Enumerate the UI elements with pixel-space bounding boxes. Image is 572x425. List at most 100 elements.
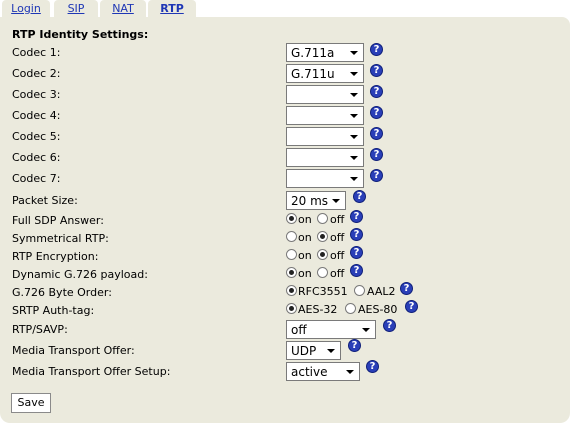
tab-login[interactable]: Login (2, 0, 50, 17)
codec-4-select[interactable] (286, 106, 364, 125)
codec-6-select[interactable] (286, 148, 364, 167)
tab-login-label[interactable]: Login (11, 2, 41, 15)
help-icon[interactable]: ? (366, 360, 379, 373)
help-icon[interactable]: ? (405, 300, 418, 313)
full-sdp-label: Full SDP Answer: (12, 214, 104, 227)
help-icon[interactable]: ? (350, 210, 363, 223)
g726-rfc3551-label: RFC3551 (298, 285, 348, 298)
full-sdp-on-label: on (298, 213, 312, 226)
help-icon[interactable]: ? (370, 169, 383, 182)
rtp-encryption-off-label: off (330, 249, 345, 262)
srtp-aes32-radio[interactable] (286, 303, 297, 314)
symmetrical-rtp-off-label: off (330, 231, 345, 244)
rtp-savp-select[interactable]: off (286, 320, 376, 339)
dynamic-g726-on-radio[interactable] (286, 267, 297, 278)
packet-size-select[interactable]: 20 ms (286, 191, 346, 210)
srtp-auth-tag-row: SRTP Auth-tag: AES-32 AES-80 ? (0, 300, 570, 321)
codec-3-label: Codec 3: (12, 88, 61, 101)
help-icon[interactable]: ? (370, 43, 383, 56)
g726-rfc3551-radio[interactable] (286, 285, 297, 296)
tab-sip[interactable]: SIP (54, 0, 98, 17)
dynamic-g726-label: Dynamic G.726 payload: (12, 268, 148, 281)
help-icon[interactable]: ? (400, 282, 413, 295)
rtp-encryption-label: RTP Encryption: (12, 250, 99, 263)
chevron-down-icon (332, 199, 340, 203)
tab-rtp[interactable]: RTP (148, 0, 196, 17)
chevron-down-icon (350, 72, 358, 76)
full-sdp-off-label: off (330, 213, 345, 226)
chevron-down-icon (346, 370, 354, 374)
rtp-encryption-on-label: on (298, 249, 312, 262)
codec-5-label: Codec 5: (12, 130, 61, 143)
codec-3-select[interactable] (286, 85, 364, 104)
help-icon[interactable]: ? (370, 148, 383, 161)
tab-nat-label[interactable]: NAT (112, 2, 134, 15)
media-transport-offer-setup-value: active (291, 365, 328, 379)
codec-2-select[interactable]: G.711u (286, 64, 364, 83)
dynamic-g726-off-label: off (330, 267, 345, 280)
help-icon[interactable]: ? (383, 319, 396, 332)
chevron-down-icon (350, 114, 358, 118)
media-transport-offer-value: UDP (291, 344, 317, 358)
save-button[interactable]: Save (11, 393, 51, 413)
rtp-encryption-off-radio[interactable] (317, 249, 328, 260)
symmetrical-rtp-row: Symmetrical RTP: on off ? (0, 228, 570, 249)
help-icon[interactable]: ? (370, 106, 383, 119)
symmetrical-rtp-label: Symmetrical RTP: (12, 232, 109, 245)
help-icon[interactable]: ? (370, 85, 383, 98)
rtp-savp-value: off (291, 323, 307, 337)
codec-5-row: Codec 5: ? (0, 127, 570, 147)
codec-1-label: Codec 1: (12, 46, 61, 59)
packet-size-value: 20 ms (291, 194, 329, 208)
help-icon[interactable]: ? (350, 264, 363, 277)
help-icon[interactable]: ? (370, 127, 383, 140)
full-sdp-off-radio[interactable] (317, 213, 328, 224)
codec-7-row: Codec 7: ? (0, 169, 570, 189)
section-title: RTP Identity Settings: (12, 28, 149, 41)
tab-rtp-label[interactable]: RTP (160, 2, 184, 15)
help-icon[interactable]: ? (348, 339, 361, 352)
rtp-encryption-row: RTP Encryption: on off ? (0, 246, 570, 267)
codec-1-select[interactable]: G.711a (286, 43, 364, 62)
codec-2-value: G.711u (291, 67, 335, 81)
symmetrical-rtp-on-label: on (298, 231, 312, 244)
symmetrical-rtp-off-radio[interactable] (317, 231, 328, 242)
media-transport-offer-setup-label: Media Transport Offer Setup: (12, 365, 171, 378)
help-icon[interactable]: ? (353, 190, 366, 203)
codec-1-row: Codec 1: G.711a ? (0, 43, 570, 63)
full-sdp-on-radio[interactable] (286, 213, 297, 224)
tab-bar: Login SIP NAT RTP (0, 0, 572, 17)
g726-aal2-radio[interactable] (354, 285, 365, 296)
g726-byte-order-label: G.726 Byte Order: (12, 286, 112, 299)
chevron-down-icon (350, 135, 358, 139)
codec-3-row: Codec 3: ? (0, 85, 570, 105)
dynamic-g726-off-radio[interactable] (317, 267, 328, 278)
codec-5-select[interactable] (286, 127, 364, 146)
srtp-aes80-radio[interactable] (345, 303, 356, 314)
tab-sip-label[interactable]: SIP (68, 2, 85, 15)
media-transport-offer-setup-select[interactable]: active (286, 362, 360, 381)
g726-byte-order-row: G.726 Byte Order: RFC3551 AAL2 ? (0, 282, 570, 303)
tab-nat[interactable]: NAT (100, 0, 146, 17)
codec-7-label: Codec 7: (12, 172, 61, 185)
help-icon[interactable]: ? (370, 64, 383, 77)
full-sdp-row: Full SDP Answer: on off ? (0, 210, 570, 231)
codec-6-row: Codec 6: ? (0, 148, 570, 168)
g726-aal2-label: AAL2 (367, 285, 396, 298)
codec-7-select[interactable] (286, 169, 364, 188)
codec-6-label: Codec 6: (12, 151, 61, 164)
dynamic-g726-row: Dynamic G.726 payload: on off ? (0, 264, 570, 285)
help-icon[interactable]: ? (350, 228, 363, 241)
srtp-aes80-label: AES-80 (358, 303, 398, 316)
rtp-savp-label: RTP/SAVP: (12, 323, 68, 336)
symmetrical-rtp-on-radio[interactable] (286, 231, 297, 242)
codec-4-row: Codec 4: ? (0, 106, 570, 126)
chevron-down-icon (327, 349, 335, 353)
media-transport-offer-select[interactable]: UDP (286, 341, 341, 360)
media-transport-offer-label: Media Transport Offer: (12, 344, 135, 357)
settings-panel: RTP Identity Settings: Codec 1: G.711a ?… (0, 17, 570, 423)
packet-size-row: Packet Size: 20 ms ? (0, 190, 570, 211)
help-icon[interactable]: ? (350, 246, 363, 259)
rtp-encryption-on-radio[interactable] (286, 249, 297, 260)
rtp-savp-row: RTP/SAVP: off ? (0, 319, 570, 340)
